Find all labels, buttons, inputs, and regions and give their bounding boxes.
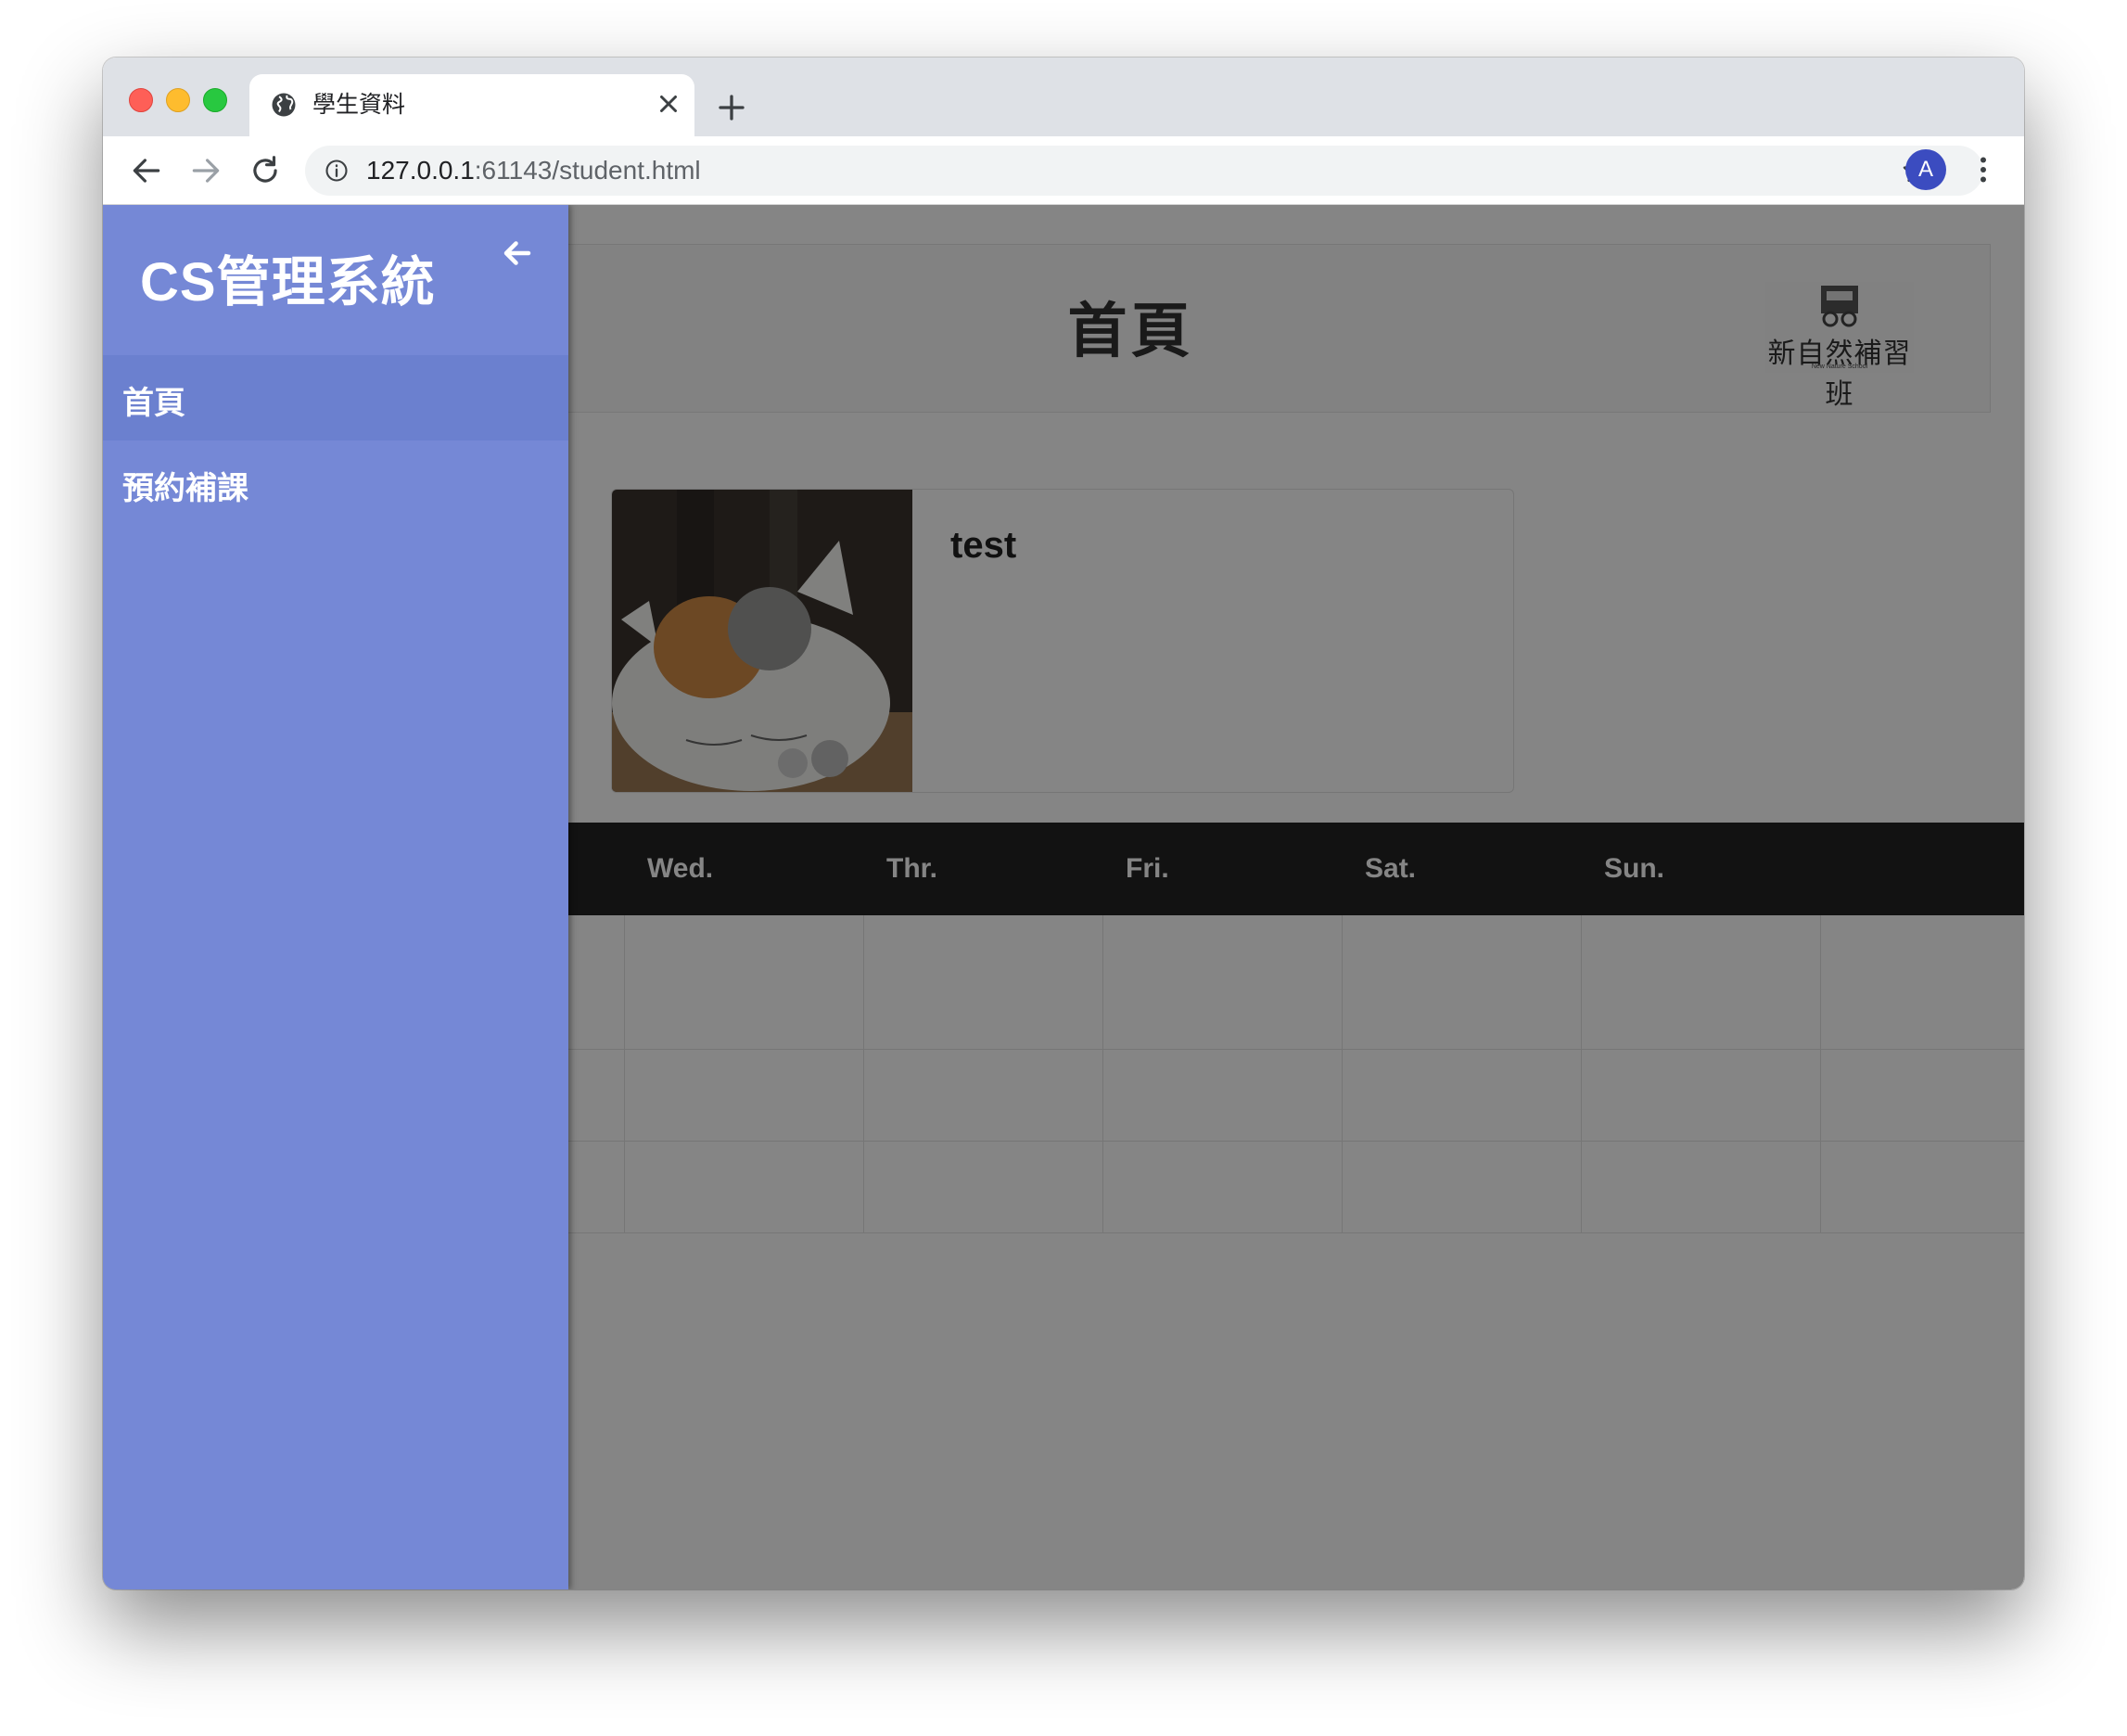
reload-icon[interactable] <box>248 153 283 188</box>
arrow-left-icon[interactable] <box>501 236 534 270</box>
browser-window: 學生資料 127.0.0.1:61143/student.html A 首頁 新… <box>103 57 2024 1589</box>
sidebar-item-home[interactable]: 首頁 <box>103 355 568 440</box>
sidebar-item-booking[interactable]: 預約補課 <box>103 440 568 526</box>
url-text: 127.0.0.1:61143/student.html <box>366 155 701 186</box>
sidebar-item-label: 預約補課 <box>122 471 248 506</box>
address-bar[interactable]: 127.0.0.1:61143/student.html <box>305 146 1983 196</box>
page-viewport: 首頁 新自然補習班 New Nature School test Wed. Th… <box>103 205 2024 1589</box>
profile-avatar[interactable]: A <box>1905 149 1946 190</box>
sidebar: CS管理系統 首頁 預約補課 <box>103 205 568 1589</box>
close-tab-icon[interactable] <box>652 87 685 121</box>
zoom-window-button[interactable] <box>203 88 227 112</box>
tab-title: 學生資料 <box>312 92 406 118</box>
new-tab-icon[interactable] <box>715 91 748 124</box>
globe-icon <box>272 93 296 117</box>
browser-toolbar: 127.0.0.1:61143/student.html A <box>103 136 2024 205</box>
sidebar-item-label: 首頁 <box>122 386 185 421</box>
back-arrow-icon[interactable] <box>129 153 164 188</box>
forward-arrow-icon[interactable] <box>188 153 223 188</box>
url-path: :61143/student.html <box>474 156 701 185</box>
url-host: 127.0.0.1 <box>366 156 475 185</box>
browser-tab[interactable]: 學生資料 <box>249 74 694 136</box>
minimize-window-button[interactable] <box>166 88 190 112</box>
info-icon[interactable] <box>324 158 350 184</box>
sidebar-brand: CS管理系統 <box>140 252 436 313</box>
close-window-button[interactable] <box>129 88 153 112</box>
tab-strip: 學生資料 <box>103 57 2024 136</box>
more-menu-icon[interactable] <box>1967 153 2000 186</box>
